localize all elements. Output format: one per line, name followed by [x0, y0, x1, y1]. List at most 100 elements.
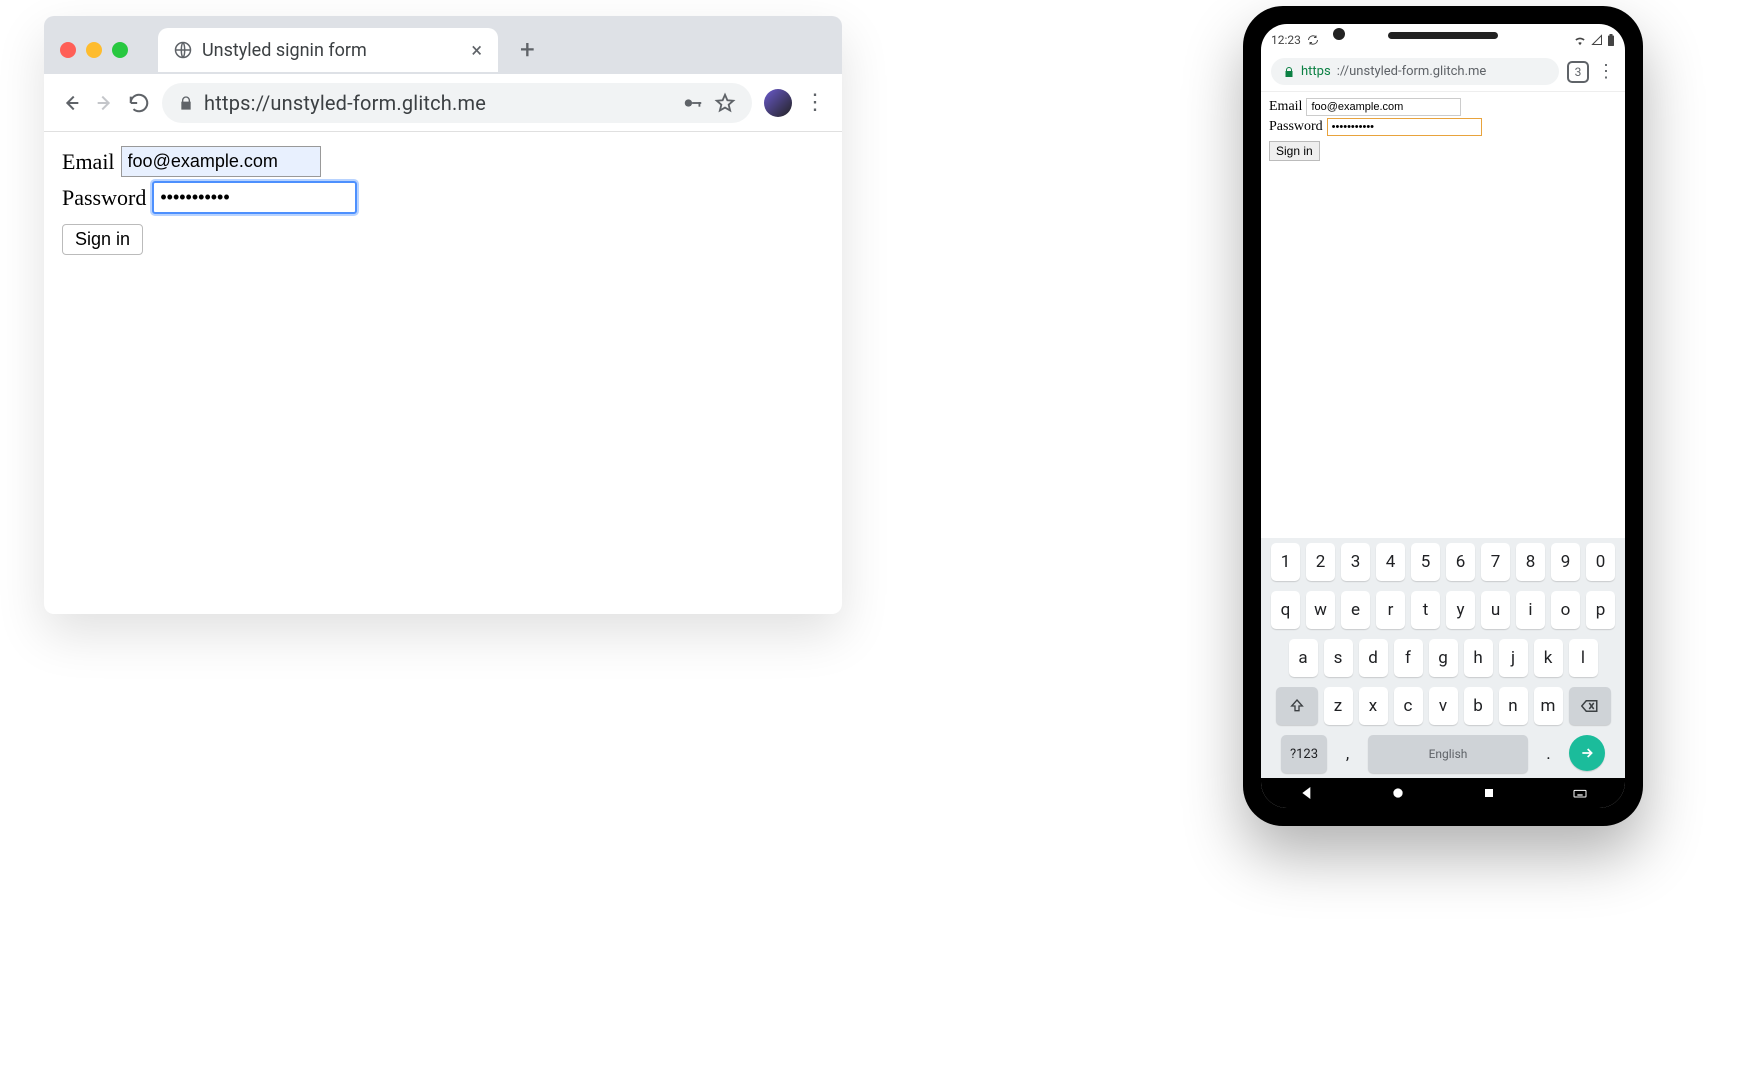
close-tab-button[interactable]: ×: [471, 38, 482, 62]
key-b[interactable]: b: [1464, 687, 1493, 725]
key-s[interactable]: s: [1324, 639, 1353, 677]
tab-switcher-button[interactable]: 3: [1567, 61, 1589, 83]
profile-avatar[interactable]: [764, 89, 792, 117]
browser-tab[interactable]: Unstyled signin form ×: [158, 28, 498, 72]
mobile-omnibox-row: https://unstyled-form.glitch.me 3 ⋮: [1261, 50, 1625, 92]
key-f[interactable]: f: [1394, 639, 1423, 677]
window-controls: [60, 42, 128, 58]
key-0[interactable]: 0: [1586, 543, 1615, 581]
forward-button[interactable]: [94, 92, 116, 114]
keyboard-row-3: z x c v b n m: [1261, 682, 1625, 730]
browser-menu-button[interactable]: ⋮: [804, 90, 826, 115]
browser-toolbar: https://unstyled-form.glitch.me ⋮: [44, 74, 842, 132]
nav-back-icon[interactable]: [1299, 785, 1315, 801]
mobile-address-bar[interactable]: https://unstyled-form.glitch.me: [1271, 58, 1559, 85]
key-w[interactable]: w: [1306, 591, 1335, 629]
key-v[interactable]: v: [1429, 687, 1458, 725]
new-tab-button[interactable]: +: [508, 35, 547, 65]
sync-icon: [1307, 34, 1319, 46]
key-h[interactable]: h: [1464, 639, 1493, 677]
shift-key[interactable]: [1276, 687, 1318, 725]
nav-keyboard-switch-icon[interactable]: [1572, 785, 1588, 801]
key-j[interactable]: j: [1499, 639, 1528, 677]
key-k[interactable]: k: [1534, 639, 1563, 677]
mobile-menu-button[interactable]: ⋮: [1597, 61, 1615, 82]
status-clock: 12:23: [1271, 33, 1301, 47]
key-comma[interactable]: ,: [1333, 735, 1362, 773]
email-label: Email: [62, 149, 115, 175]
keyboard-row-bottom: ?123 , English .: [1261, 730, 1625, 778]
backspace-key[interactable]: [1569, 687, 1611, 725]
key-t[interactable]: t: [1411, 591, 1440, 629]
key-y[interactable]: y: [1446, 591, 1475, 629]
globe-icon: [174, 41, 192, 59]
password-field[interactable]: [1327, 118, 1482, 136]
star-icon[interactable]: [714, 92, 736, 114]
key-period[interactable]: .: [1534, 735, 1563, 773]
page-viewport: Email Password Sign in: [44, 132, 842, 269]
backspace-icon: [1581, 699, 1599, 713]
key-e[interactable]: e: [1341, 591, 1370, 629]
phone-earpiece: [1388, 32, 1498, 39]
key-icon[interactable]: [682, 92, 704, 114]
key-c[interactable]: c: [1394, 687, 1423, 725]
key-3[interactable]: 3: [1341, 543, 1370, 581]
back-button[interactable]: [60, 92, 82, 114]
symbols-key[interactable]: ?123: [1281, 735, 1327, 773]
key-z[interactable]: z: [1324, 687, 1353, 725]
keyboard-row-2: a s d f g h j k l: [1261, 634, 1625, 682]
signin-button[interactable]: Sign in: [62, 224, 143, 255]
maximize-window-button[interactable]: [112, 42, 128, 58]
tab-title: Unstyled signin form: [202, 40, 367, 61]
close-window-button[interactable]: [60, 42, 76, 58]
password-field[interactable]: [152, 181, 357, 214]
key-m[interactable]: m: [1534, 687, 1563, 725]
key-n[interactable]: n: [1499, 687, 1528, 725]
nav-recents-icon[interactable]: [1481, 785, 1497, 801]
key-o[interactable]: o: [1551, 591, 1580, 629]
signin-button[interactable]: Sign in: [1269, 141, 1320, 161]
key-d[interactable]: d: [1359, 639, 1388, 677]
key-r[interactable]: r: [1376, 591, 1405, 629]
key-5[interactable]: 5: [1411, 543, 1440, 581]
shift-icon: [1289, 698, 1305, 714]
enter-key[interactable]: [1569, 735, 1605, 771]
key-p[interactable]: p: [1586, 591, 1615, 629]
address-bar[interactable]: https://unstyled-form.glitch.me: [162, 83, 752, 123]
key-l[interactable]: l: [1569, 639, 1598, 677]
key-1[interactable]: 1: [1271, 543, 1300, 581]
phone-screen: 12:23 https://unstyled-form.glitch.me 3 …: [1261, 24, 1625, 808]
key-x[interactable]: x: [1359, 687, 1388, 725]
key-8[interactable]: 8: [1516, 543, 1545, 581]
key-6[interactable]: 6: [1446, 543, 1475, 581]
spacebar[interactable]: English: [1368, 735, 1528, 773]
key-a[interactable]: a: [1289, 639, 1318, 677]
minimize-window-button[interactable]: [86, 42, 102, 58]
key-q[interactable]: q: [1271, 591, 1300, 629]
key-7[interactable]: 7: [1481, 543, 1510, 581]
nav-home-icon[interactable]: [1390, 785, 1406, 801]
key-i[interactable]: i: [1516, 591, 1545, 629]
reload-button[interactable]: [128, 92, 150, 114]
key-4[interactable]: 4: [1376, 543, 1405, 581]
key-g[interactable]: g: [1429, 639, 1458, 677]
phone-camera: [1333, 28, 1345, 40]
mobile-page-viewport: Email Password Sign in: [1261, 92, 1625, 538]
password-label: Password: [62, 185, 146, 211]
tab-strip: Unstyled signin form × +: [44, 16, 842, 74]
email-field[interactable]: [121, 146, 321, 177]
key-u[interactable]: u: [1481, 591, 1510, 629]
key-9[interactable]: 9: [1551, 543, 1580, 581]
lock-icon: [178, 95, 194, 111]
arrow-right-icon: [1579, 745, 1595, 761]
password-label: Password: [1269, 119, 1323, 135]
key-2[interactable]: 2: [1306, 543, 1335, 581]
lock-icon: [1283, 66, 1295, 78]
email-field[interactable]: [1306, 98, 1461, 116]
url-scheme: https: [1301, 64, 1331, 79]
url-text: https://unstyled-form.glitch.me: [204, 91, 486, 115]
phone-frame: 12:23 https://unstyled-form.glitch.me 3 …: [1243, 6, 1643, 826]
keyboard-number-row: 1 2 3 4 5 6 7 8 9 0: [1261, 538, 1625, 586]
desktop-browser-window: Unstyled signin form × + https://unstyle…: [44, 16, 842, 614]
keyboard-row-1: q w e r t y u i o p: [1261, 586, 1625, 634]
